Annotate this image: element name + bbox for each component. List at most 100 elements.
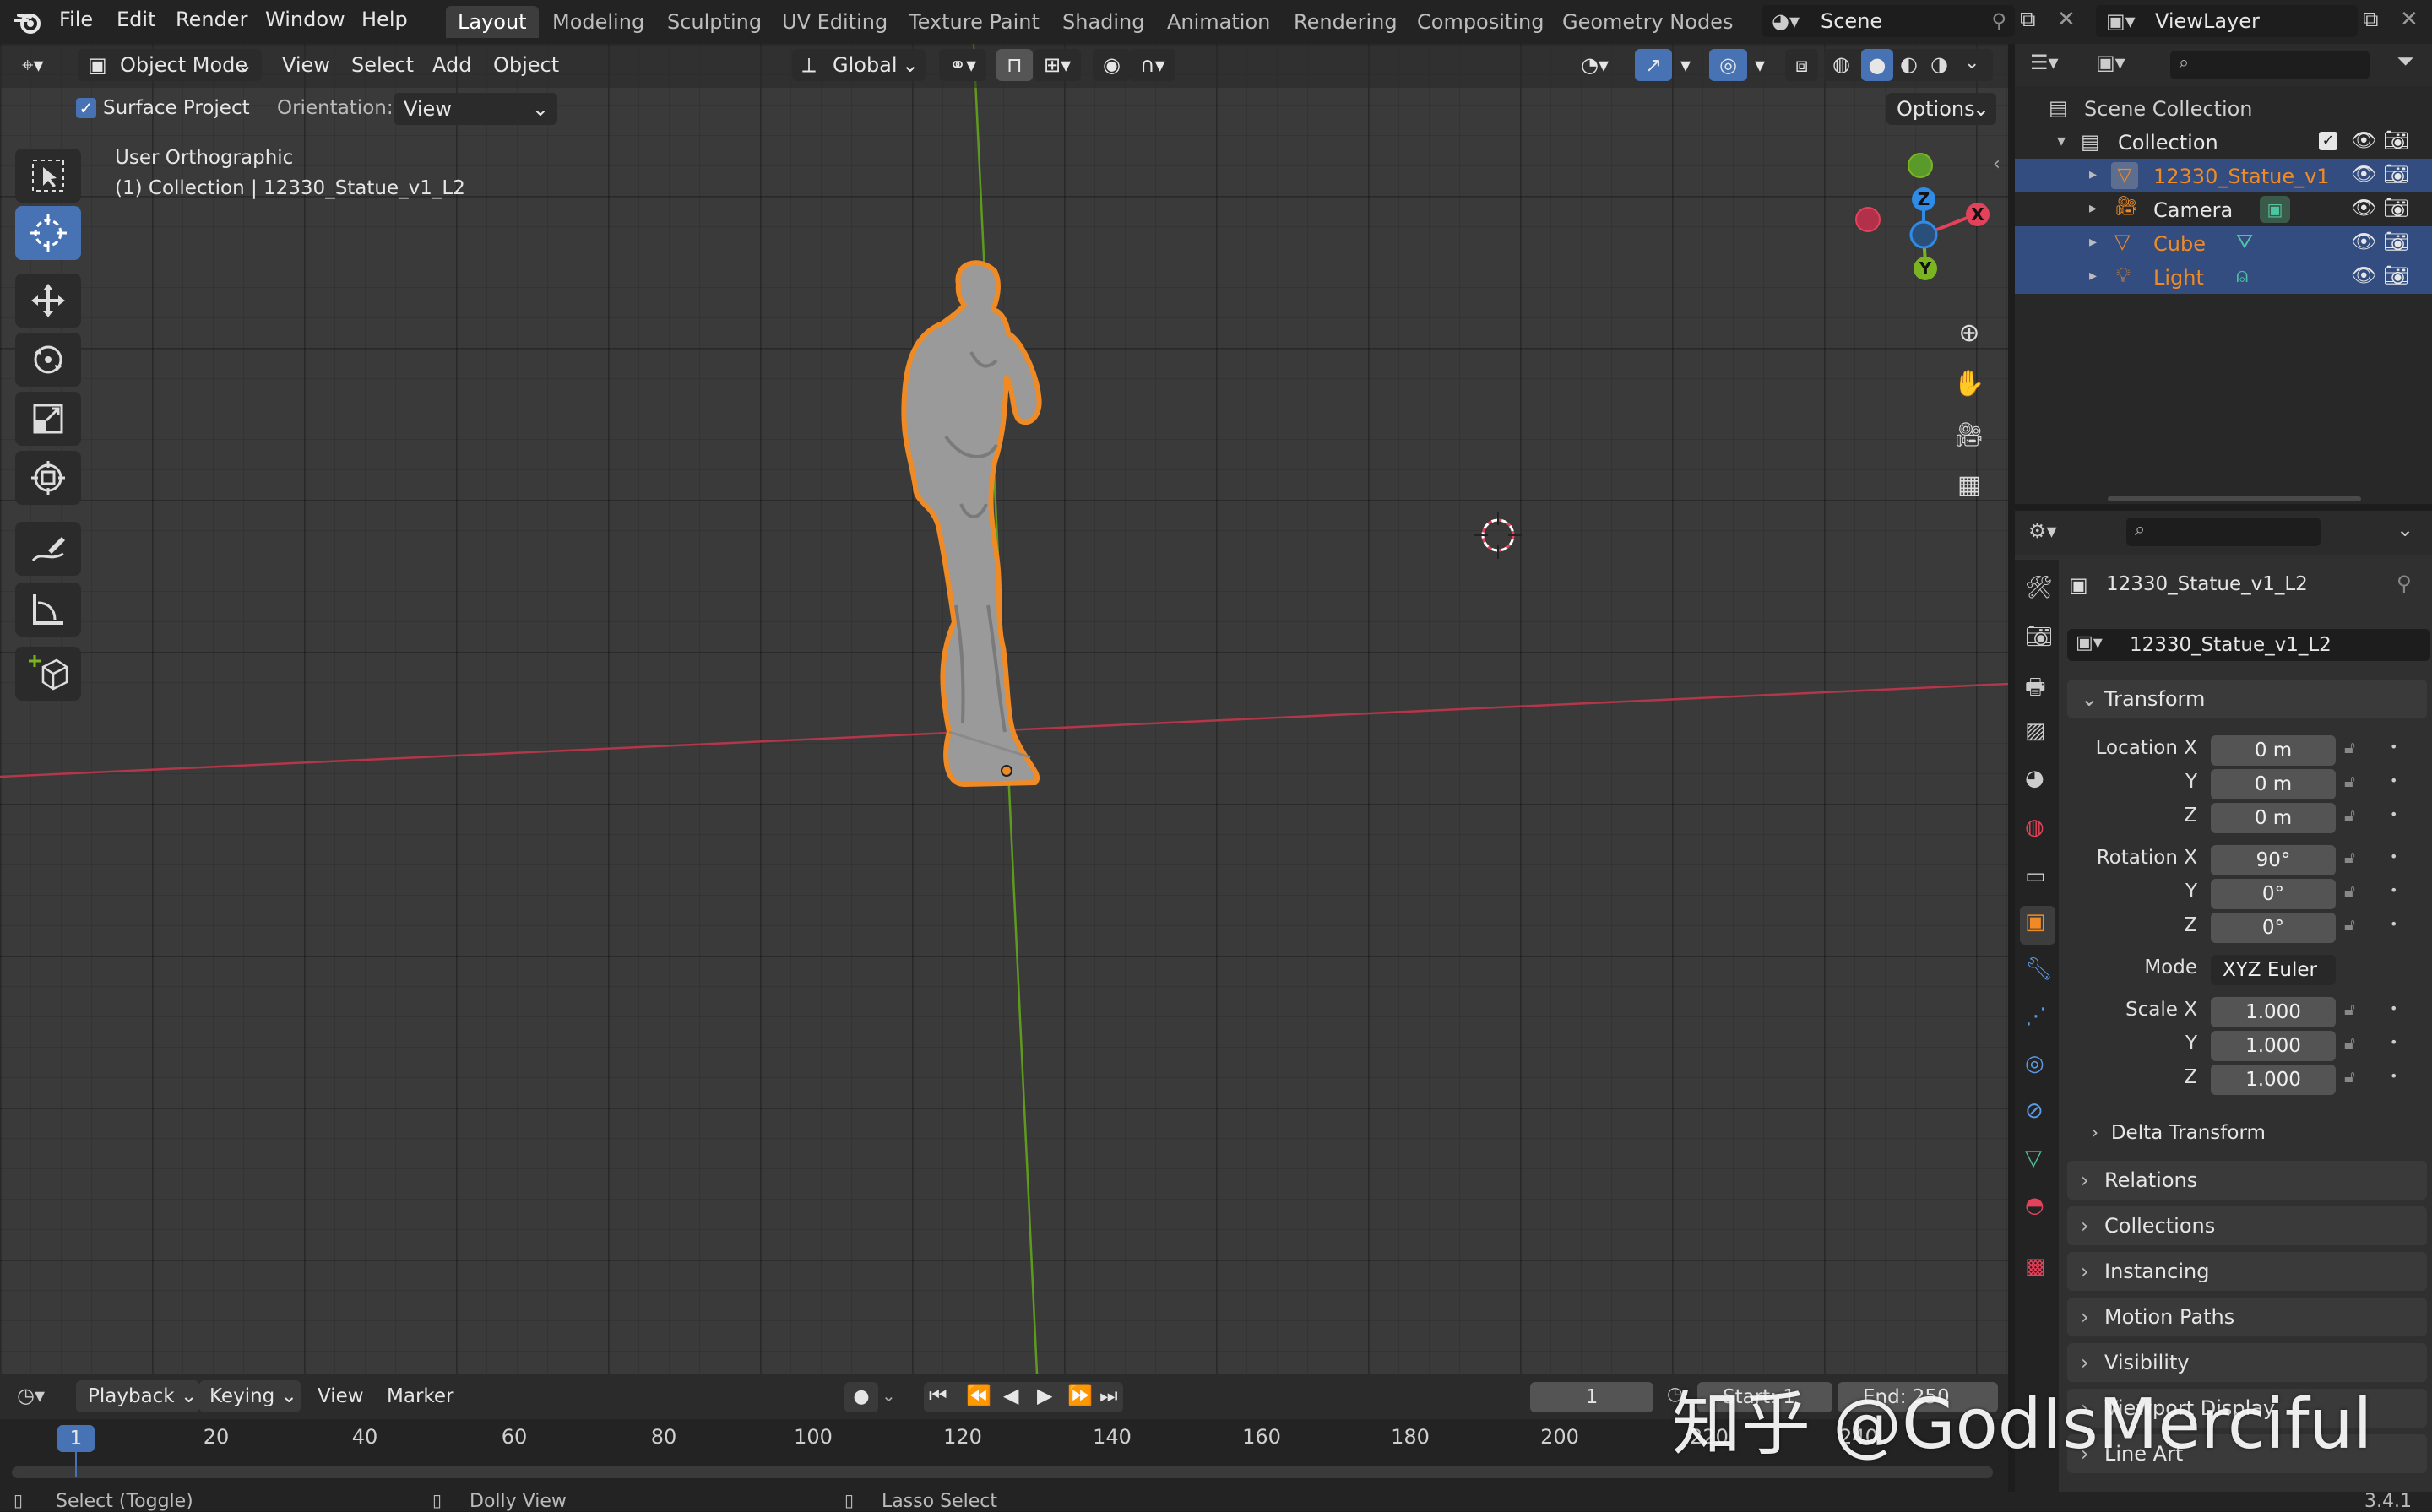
menu-select[interactable]: Select — [341, 49, 424, 81]
overlays-icon[interactable]: ◎ — [1709, 49, 1747, 81]
snap-target-icon[interactable]: ⊞▾ — [1034, 49, 1082, 81]
playback-menu[interactable]: Playback ⌄ — [76, 1380, 199, 1412]
rendered-shading-icon[interactable]: ◑ — [1930, 52, 1948, 76]
solid-shading-icon[interactable]: ● — [1861, 49, 1893, 81]
collections-panel-header[interactable]: › Collections — [2067, 1206, 2427, 1245]
outliner-item-camera[interactable]: ▸ 🎥︎ Camera ▣ 👁︎ 📷︎ — [2015, 192, 2432, 226]
transform-panel-header[interactable]: ⌄ Transform — [2067, 680, 2427, 718]
rotate-tool[interactable] — [15, 333, 81, 387]
navigation-gizmo[interactable]: Z X Y — [1849, 145, 2001, 339]
light-data-icon[interactable]: ⍝ — [2236, 263, 2248, 287]
tool-tab-icon[interactable]: 🛠︎ — [2025, 575, 2053, 600]
eye-icon[interactable]: 👁︎ — [2351, 230, 2376, 253]
texture-tab-icon[interactable]: ▩ — [2025, 1254, 2046, 1279]
outliner-item-cube[interactable]: ▸ ▽ Cube ⛛ 👁︎ 📷︎ — [2015, 226, 2432, 260]
tab-layout[interactable]: Layout — [446, 6, 539, 38]
sidebar-toggle-icon[interactable]: ‹ — [1993, 154, 2000, 175]
overlays-dropdown-icon[interactable]: ▾ — [1745, 49, 1775, 81]
xray-icon[interactable]: ⧈ — [1785, 49, 1819, 81]
camera-view-button[interactable]: 🎥︎ — [1947, 412, 1991, 456]
scale-tool[interactable] — [15, 392, 81, 446]
tab-compositing[interactable]: Compositing — [1405, 6, 1555, 38]
keyframe-dot-icon[interactable]: • — [2390, 916, 2397, 932]
pivot-point-icon[interactable]: ⚭▾ — [939, 49, 987, 81]
keyframe-dot-icon[interactable]: • — [2390, 772, 2397, 789]
tab-animation[interactable]: Animation — [1155, 6, 1282, 38]
timeline-view-menu[interactable]: View — [318, 1385, 364, 1407]
gizmo-icon[interactable]: ↗ — [1635, 49, 1673, 81]
jump-keyframe-forward-icon[interactable]: ⏩ — [1067, 1384, 1093, 1407]
outliner-search-input[interactable]: ⌕ — [2170, 51, 2370, 79]
menu-file[interactable]: File — [59, 8, 93, 31]
3d-cursor-icon[interactable] — [1471, 508, 1525, 562]
close-scene-icon[interactable]: ✕ — [2057, 7, 2076, 32]
play-reverse-icon[interactable]: ◀ — [1003, 1384, 1018, 1407]
rotation-mode-dropdown[interactable]: XYZ Euler ⌄ — [2211, 955, 2336, 1011]
menu-add[interactable]: Add — [422, 49, 481, 81]
eye-icon[interactable]: 👁︎ — [2351, 196, 2376, 219]
keying-menu[interactable]: Keying ⌄ — [199, 1380, 301, 1412]
motion-paths-panel-header[interactable]: › Motion Paths — [2067, 1298, 2427, 1336]
location-z-field[interactable]: 0 m — [2211, 803, 2336, 833]
outliner-scene-collection[interactable]: ▤ Scene Collection — [2015, 91, 2432, 125]
options-dropdown[interactable]: Options ⌄ — [1886, 93, 1996, 125]
keyframe-dot-icon[interactable]: • — [2390, 739, 2397, 755]
object-type-icon[interactable]: ▣▾ — [2076, 632, 2103, 653]
keyframe-dot-icon[interactable]: • — [2390, 1068, 2397, 1084]
menu-render[interactable]: Render — [176, 8, 247, 31]
tab-geometry-nodes[interactable]: Geometry Nodes — [1550, 6, 1745, 38]
object-name-field[interactable]: ▣▾ 12330_Statue_v1_L2 — [2067, 629, 2430, 661]
outliner-item-light[interactable]: ▸ 💡︎ Light ⍝ 👁︎ 📷︎ — [2015, 260, 2432, 294]
lock-icon[interactable]: 🔓︎ — [2344, 999, 2355, 1019]
camera-data-icon[interactable]: ▣ — [2260, 196, 2290, 223]
transform-orientation[interactable]: ⟂ Global ⌄ — [792, 49, 926, 81]
constraints-tab-icon[interactable]: ⊘ — [2025, 1098, 2044, 1124]
menu-window[interactable]: Window — [265, 8, 345, 31]
add-cube-tool[interactable] — [15, 647, 81, 701]
scale-z-field[interactable]: 1.000 — [2211, 1065, 2336, 1095]
chevron-down-icon[interactable]: ⌄ — [882, 1385, 896, 1406]
particles-tab-icon[interactable]: ⋰ — [2025, 1004, 2047, 1029]
eye-icon[interactable]: 👁︎ — [2351, 162, 2376, 186]
chevron-down-icon[interactable]: ⌄ — [2397, 518, 2413, 541]
select-box-tool[interactable] — [15, 149, 81, 203]
lock-icon[interactable]: 🔓︎ — [2344, 1066, 2355, 1087]
transform-tool[interactable] — [15, 451, 81, 505]
move-tool[interactable] — [15, 274, 81, 328]
tab-modeling[interactable]: Modeling — [540, 6, 656, 38]
object-tab-icon[interactable]: ▣ — [2025, 909, 2046, 935]
snap-icon[interactable]: ⊓ — [996, 49, 1033, 81]
collection-checkbox[interactable]: ✓ — [2319, 132, 2337, 150]
jump-keyframe-back-icon[interactable]: ⏪ — [966, 1384, 991, 1407]
lock-icon[interactable]: 🔓︎ — [2344, 914, 2355, 935]
modifier-tab-icon[interactable]: 🔧︎ — [2025, 957, 2053, 982]
physics-tab-icon[interactable]: ◎ — [2025, 1051, 2044, 1076]
world-tab-icon[interactable]: ◍ — [2025, 815, 2044, 840]
menu-edit[interactable]: Edit — [117, 8, 155, 31]
tab-uv-editing[interactable]: UV Editing — [770, 6, 899, 38]
render-camera-icon[interactable]: 📷︎ — [2383, 162, 2408, 186]
pan-view-button[interactable]: ✋ — [1947, 361, 1991, 405]
output-tab-icon[interactable]: 🖶︎ — [2025, 671, 2046, 708]
eye-icon[interactable]: 👁︎ — [2351, 263, 2376, 287]
playhead[interactable]: 1 — [57, 1425, 95, 1452]
shading-dropdown-icon[interactable]: ⌄ — [1964, 52, 1979, 73]
mesh-data-icon[interactable]: ⛛ — [2236, 230, 2253, 253]
outliner-collection[interactable]: ▾ ▤ Collection ✓ 👁︎ 📷︎ — [2015, 125, 2432, 159]
location-y-field[interactable]: 0 m — [2211, 769, 2336, 799]
cursor-tool[interactable] — [15, 206, 81, 260]
view-layer-tab-icon[interactable]: ▨ — [2025, 718, 2046, 744]
lock-icon[interactable]: 🔓︎ — [2344, 805, 2355, 825]
render-tab-icon[interactable]: 📷︎ — [2025, 624, 2053, 649]
falloff-icon[interactable]: ∩▾ — [1130, 49, 1175, 81]
timeline-scrollbar[interactable] — [12, 1466, 1993, 1478]
menu-object[interactable]: Object — [483, 49, 569, 81]
delta-transform-subpanel[interactable]: › Delta Transform — [2091, 1117, 2412, 1149]
proportional-edit-icon[interactable]: ◉ — [1093, 49, 1131, 81]
lock-icon[interactable]: 🔓︎ — [2344, 737, 2355, 757]
jump-end-icon[interactable]: ⏭ — [1099, 1384, 1118, 1407]
keyframe-dot-icon[interactable]: • — [2390, 848, 2397, 864]
lock-icon[interactable]: 🔓︎ — [2344, 1032, 2355, 1053]
lock-icon[interactable]: 🔓︎ — [2344, 847, 2355, 867]
expand-arrow-icon[interactable]: ▾ — [2057, 130, 2066, 150]
